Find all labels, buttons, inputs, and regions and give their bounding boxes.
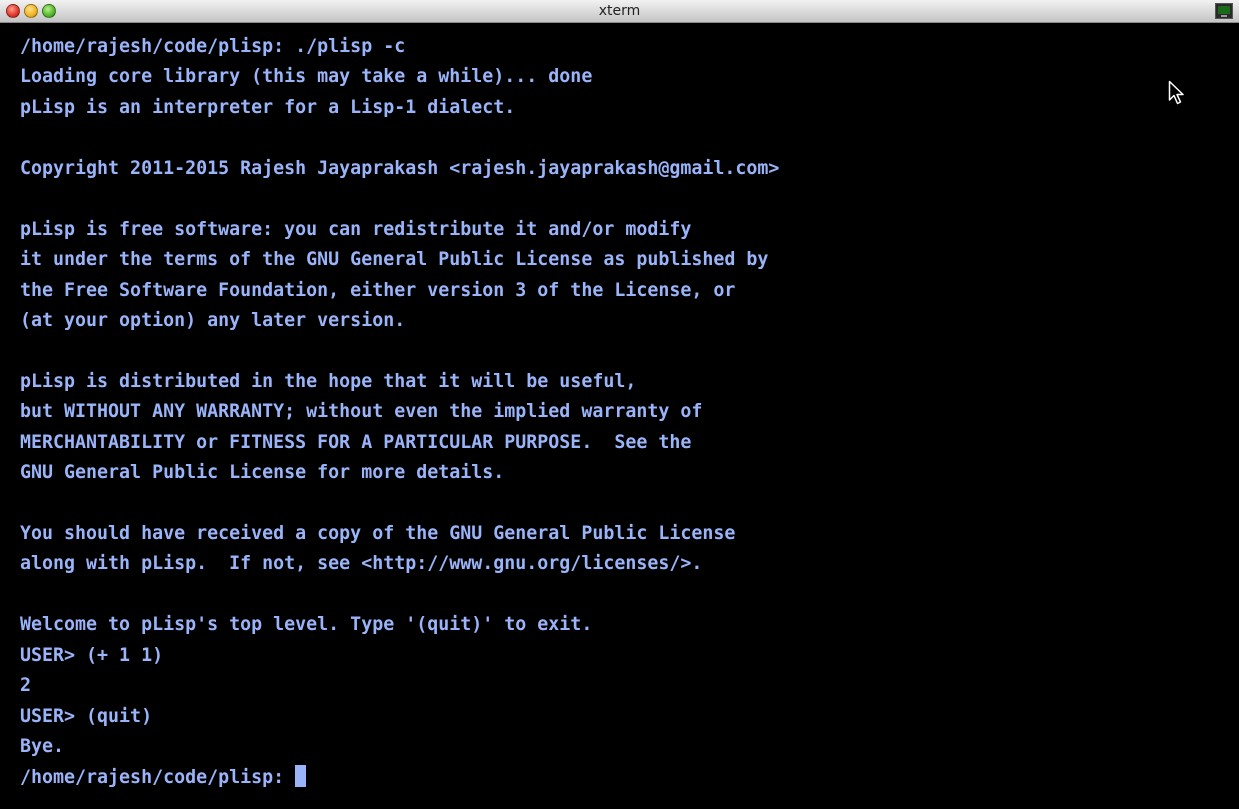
terminal-line: USER> (+ 1 1) — [20, 644, 164, 666]
terminal-line: 2 — [20, 675, 32, 697]
text-cursor — [295, 764, 307, 787]
mouse-pointer-icon — [1168, 80, 1184, 105]
xterm-icon[interactable] — [1215, 3, 1233, 19]
terminal-line: along with pLisp. If not, see <http://ww… — [20, 553, 703, 575]
terminal-line: it under the terms of the GNU General Pu… — [20, 249, 769, 271]
shell-prompt: /home/rajesh/code/plisp: — [20, 766, 296, 788]
terminal-lines: /home/rajesh/code/plisp: ./plisp -c Loadi… — [20, 32, 1239, 763]
terminal-line: (at your option) any later version. — [20, 309, 406, 331]
terminal-line: You should have received a copy of the G… — [20, 523, 736, 544]
window-title: xterm — [598, 3, 641, 19]
xterm-window: xterm /home/rajesh/code/plisp: ./plisp -… — [0, 0, 1239, 809]
terminal-line: GNU General Public License for more deta… — [20, 462, 505, 484]
terminal-line: but WITHOUT ANY WARRANTY; without even t… — [20, 401, 703, 423]
terminal-line: pLisp is free software: you can redistri… — [20, 218, 692, 240]
terminal-line: pLisp is an interpreter for a Lisp-1 dia… — [20, 96, 516, 118]
prompt-line[interactable]: /home/rajesh/code/plisp: — [20, 763, 1239, 793]
terminal-line: Loading core library (this may take a wh… — [20, 66, 593, 88]
terminal-line: Copyright 2011-2015 Rajesh Jayaprakash <… — [20, 157, 780, 179]
terminal-line: Bye. — [20, 736, 65, 758]
terminal-line: the Free Software Foundation, either ver… — [20, 279, 736, 301]
terminal-line: /home/rajesh/code/plisp: ./plisp -c — [20, 36, 406, 57]
terminal-output[interactable]: /home/rajesh/code/plisp: ./plisp -c Loadi… — [0, 23, 1239, 809]
title-bar[interactable]: xterm — [0, 0, 1239, 23]
terminal-line: MERCHANTABILITY or FITNESS FOR A PARTICU… — [20, 431, 692, 453]
terminal-line: USER> (quit) — [20, 705, 153, 727]
terminal-line: Welcome to pLisp's top level. Type '(qui… — [20, 614, 593, 636]
terminal-line: pLisp is distributed in the hope that it… — [20, 370, 637, 392]
